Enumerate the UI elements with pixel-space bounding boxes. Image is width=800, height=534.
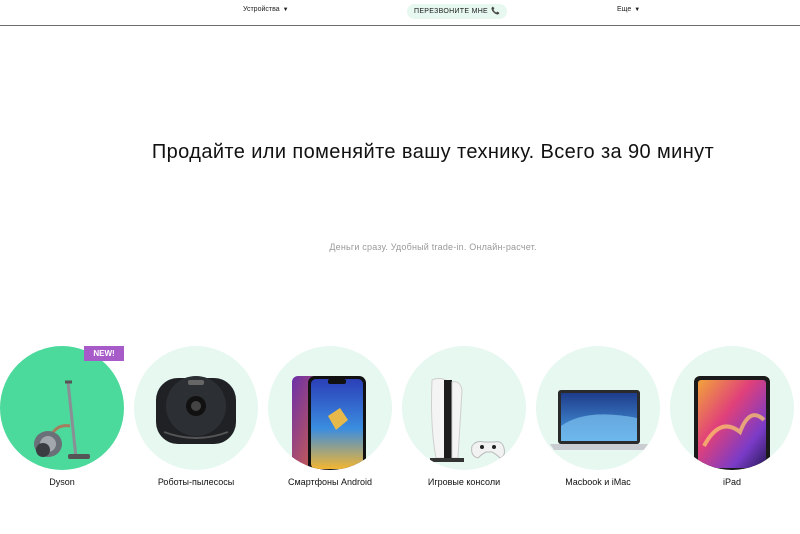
category-label: iPad	[722, 477, 741, 487]
caret-down-icon: ▼	[282, 7, 289, 13]
category-macbook-imac-circle	[536, 346, 660, 470]
category-android-smartphones-circle	[268, 346, 392, 470]
nav-more-dropdown[interactable]: Еще ▼	[617, 6, 640, 13]
game-console-icon	[430, 377, 505, 462]
category-robot-vacuums[interactable]: Роботы-пылесосы	[134, 346, 258, 487]
category-dyson-circle	[0, 346, 124, 470]
category-robot-vacuums-circle	[134, 346, 258, 470]
category-ipad-circle	[670, 346, 794, 470]
callback-label: ПЕРЕЗВОНИТЕ МНЕ	[414, 8, 489, 15]
robot-vacuum-icon	[156, 376, 236, 444]
caret-down-icon: ▼	[634, 7, 641, 13]
nav-devices-dropdown[interactable]: Устройства ▼	[243, 6, 289, 13]
category-game-consoles[interactable]: Игровые консоли	[402, 346, 526, 487]
laptop-icon	[550, 390, 648, 450]
callback-button[interactable]: ПЕРЕЗВОНИТЕ МНЕ 📞	[407, 4, 508, 19]
category-dyson[interactable]: Dyson	[0, 346, 124, 487]
new-badge: NEW!	[84, 346, 124, 361]
hero-subline: Деньги сразу. Удобный trade-in. Онлайн-р…	[329, 242, 537, 252]
tablet-icon	[694, 376, 770, 470]
category-android-smartphones[interactable]: Смартфоны Android	[268, 346, 392, 487]
nav-more-label: Еще	[617, 6, 632, 13]
vacuum-cleaner-icon	[34, 380, 90, 459]
phone-icon: 📞	[491, 8, 501, 15]
hero-headline: Продайте или поменяйте вашу технику. Все…	[151, 141, 715, 163]
category-ipad[interactable]: iPad	[670, 346, 794, 487]
nav-devices-label: Устройства	[243, 6, 280, 13]
category-macbook-imac[interactable]: Macbook и iMac	[536, 346, 660, 487]
category-game-consoles-circle	[402, 346, 526, 470]
top-navigation: Устройства ▼ ПЕРЕЗВОНИТЕ МНЕ 📞 Еще ▼	[0, 0, 800, 26]
smartphone-icon	[292, 376, 366, 470]
